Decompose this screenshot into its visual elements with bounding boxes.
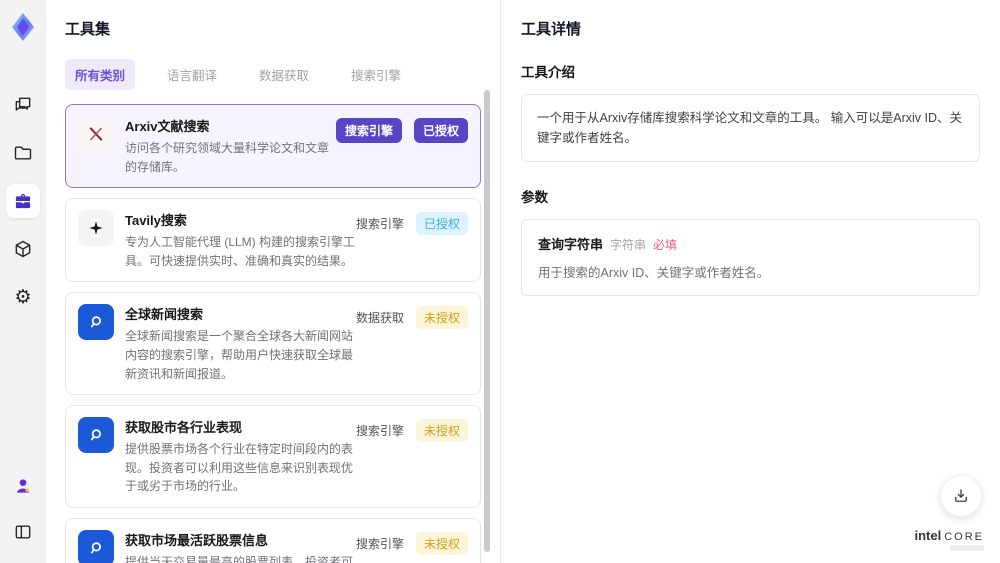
tool-description: 提供股票市场各个行业在特定时间段内的表现。投资者可以利用这些信息来识别表现优于或… [125,442,354,494]
collapse-panel-icon[interactable] [6,515,40,549]
app-window: ⚙ 工具集 所有类别 语言翻译 数据获取 搜索引擎 Arxiv文献搜索 访问各个… [0,0,1000,563]
tool-card-sector-performance[interactable]: 获取股市各行业表现 提供股票市场各个行业在特定时间段内的表现。投资者可以利用这些… [65,405,481,508]
tool-name: 全球新闻搜索 [125,307,204,323]
folder-nav-icon[interactable] [6,136,40,170]
tab-language-translation[interactable]: 语言翻译 [157,59,227,90]
tool-card-global-news[interactable]: 全球新闻搜索 全球新闻搜索是一个聚合全球各大新闻网站内容的搜索引擎，帮助用户快速… [65,292,481,396]
tool-name: Tavily搜索 [125,213,187,229]
settings-gear-icon[interactable]: ⚙ [6,280,40,314]
app-logo-icon [8,10,38,44]
intel-core-logo: intel CORE [914,528,984,551]
stock-search-icon [78,417,114,454]
tool-description: 专为人工智能代理 (LLM) 构建的搜索引擎工具。可快速提供实时、准确和真实的结… [125,235,356,268]
page-title: 工具集 [65,21,111,38]
download-icon [955,489,967,502]
parameter-card: 查询字符串 字符串 必填 用于搜索的Arxiv ID、关键字或作者姓名。 [521,219,980,296]
arxiv-x-icon [78,116,114,152]
download-button[interactable] [940,475,982,517]
tool-status-badge: 已授权 [413,118,468,143]
tool-description: 访问各个研究领域大量科学论文和文章的存储库。 [125,141,330,174]
user-avatar-icon[interactable] [6,469,40,503]
tab-search-engine[interactable]: 搜索引擎 [341,59,411,90]
tool-card-active-stocks[interactable]: 获取市场最活跃股票信息 提供当天交易量最高的股票列表，投资者可以利用这些信息来识… [65,517,481,563]
tool-name: 获取股市各行业表现 [125,420,243,436]
tool-status-badge: 未授权 [415,419,468,443]
chat-nav-icon[interactable] [6,88,40,122]
sidebar-nav: ⚙ [6,88,40,314]
list-scrollbar[interactable] [484,90,490,552]
tool-card-tavily[interactable]: Tavily搜索 专为人工智能代理 (LLM) 构建的搜索引擎工具。可快速提供实… [65,198,481,283]
tab-all-categories[interactable]: 所有类别 [65,59,136,90]
brand-intel-text: intel [914,528,942,543]
intro-heading: 工具介绍 [521,65,575,80]
tool-category-badge: 搜索引擎 [355,217,404,232]
category-tabs: 所有类别 语言翻译 数据获取 搜索引擎 [65,59,500,90]
sidebar-bottom [6,469,40,549]
param-required-badge: 必填 [653,238,678,252]
intro-text-box: 一个用于从Arxiv存储库搜索科学论文和文章的工具。 输入可以是Arxiv ID… [521,94,980,162]
tool-category-badge: 搜索引擎 [335,118,402,143]
param-description: 用于搜索的Arxiv ID、关键字或作者姓名。 [538,266,770,280]
tool-detail-panel: 工具详情 工具介绍 一个用于从Arxiv存储库搜索科学论文和文章的工具。 输入可… [500,0,1000,563]
brand-subtext-bar [950,545,984,551]
left-sidebar: ⚙ [0,0,46,563]
params-heading: 参数 [521,190,548,205]
param-type: 字符串 [610,238,647,252]
tab-data-acquisition[interactable]: 数据获取 [249,59,319,90]
tool-card-list: Arxiv文献搜索 访问各个研究领域大量科学论文和文章的存储库。 搜索引擎 已授… [65,104,481,563]
tool-name: 获取市场最活跃股票信息 [125,532,269,548]
tool-category-badge: 数据获取 [355,311,404,326]
toolbox-nav-icon[interactable] [6,184,40,218]
tool-status-badge: 未授权 [415,531,468,555]
tool-card-arxiv[interactable]: Arxiv文献搜索 访问各个研究领域大量科学论文和文章的存储库。 搜索引擎 已授… [65,104,481,189]
package-nav-icon[interactable] [6,232,40,266]
tool-status-badge: 已授权 [415,212,468,236]
detail-title: 工具详情 [521,21,582,38]
tool-description: 全球新闻搜索是一个聚合全球各大新闻网站内容的搜索引擎，帮助用户快速获取全球最新资… [125,329,354,381]
tool-category-badge: 搜索引擎 [355,424,404,439]
tool-name: Arxiv文献搜索 [125,119,210,134]
sparkle-icon [78,210,114,247]
brand-core-text: CORE [944,531,984,543]
stock-search-icon [78,529,114,563]
tool-category-badge: 搜索引擎 [355,536,404,551]
tool-description: 提供当天交易量最高的股票列表，投资者可以利用这些信息来识别流动性强的股票和潜在的… [125,554,354,563]
param-name: 查询字符串 [538,237,604,252]
news-search-icon [78,304,114,341]
tool-status-badge: 未授权 [415,306,468,330]
tool-list-panel: 工具集 所有类别 语言翻译 数据获取 搜索引擎 Arxiv文献搜索 访问各个研究… [46,0,500,563]
